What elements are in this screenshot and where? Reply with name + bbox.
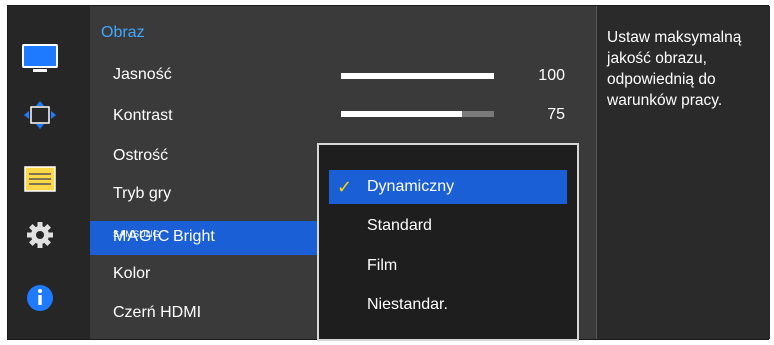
- menu-item-label: Tryb gry: [113, 185, 172, 202]
- brightness-slider-fill: [341, 73, 494, 79]
- option-custom[interactable]: Niestandar.: [329, 288, 567, 322]
- option-label: Standard: [367, 217, 432, 234]
- menu-item-label: Jasność: [113, 66, 172, 83]
- monitor-icon[interactable]: [22, 44, 58, 74]
- option-dynamic[interactable]: ✓ Dynamiczny: [329, 170, 567, 204]
- move-arrows-icon[interactable]: [22, 100, 58, 130]
- brightness-slider[interactable]: [341, 73, 494, 79]
- menu-item-brightness[interactable]: Jasność: [90, 59, 324, 91]
- menu-item-label: Kolor: [113, 265, 151, 282]
- help-text: Ustaw maksymalną jakość obrazu, odpowied…: [607, 29, 742, 109]
- page-title: Obraz: [101, 24, 145, 41]
- menu-item-contrast[interactable]: Kontrast: [90, 100, 324, 132]
- option-label: Niestandar.: [367, 296, 448, 313]
- menu-item-label: Ostrość: [113, 147, 169, 164]
- gear-icon[interactable]: [22, 220, 58, 250]
- contrast-slider[interactable]: [341, 111, 494, 117]
- contrast-value: 75: [547, 106, 565, 123]
- osd-window: Obraz Jasność 100 Kontrast 75 Ostrość Tr…: [7, 5, 770, 341]
- menu-item-game-mode[interactable]: Tryb gry: [90, 178, 324, 210]
- checkmark-icon: ✓: [337, 177, 353, 197]
- option-standard[interactable]: Standard: [329, 209, 567, 243]
- sidebar: [8, 6, 90, 339]
- menu-item-label: Kontrast: [113, 107, 173, 124]
- contrast-slider-fill: [341, 111, 462, 117]
- info-icon[interactable]: [22, 283, 58, 313]
- option-label: Film: [367, 257, 398, 274]
- menu-item-label: Bright: [173, 228, 215, 245]
- menu-item-color[interactable]: Kolor: [90, 258, 324, 290]
- brightness-value: 100: [538, 67, 565, 84]
- menu-item-sharpness[interactable]: Ostrość: [90, 140, 324, 172]
- menu-item-label: Czerń HDMI: [113, 304, 202, 321]
- help-panel: Ustaw maksymalną jakość obrazu, odpowied…: [596, 6, 770, 339]
- magic-bright-dropdown: ✓ Dynamiczny Standard Film Niestandar.: [317, 143, 579, 341]
- magic-brand-label: MAGIC: [113, 228, 171, 245]
- slider-panel-icon[interactable]: [22, 164, 58, 194]
- menu-item-hdmi-black[interactable]: Czerń HDMI: [90, 297, 324, 329]
- option-film[interactable]: Film: [329, 249, 567, 283]
- menu-item-magic-bright[interactable]: SAMSUNG MAGIC Bright: [90, 221, 324, 255]
- option-label: Dynamiczny: [367, 178, 455, 195]
